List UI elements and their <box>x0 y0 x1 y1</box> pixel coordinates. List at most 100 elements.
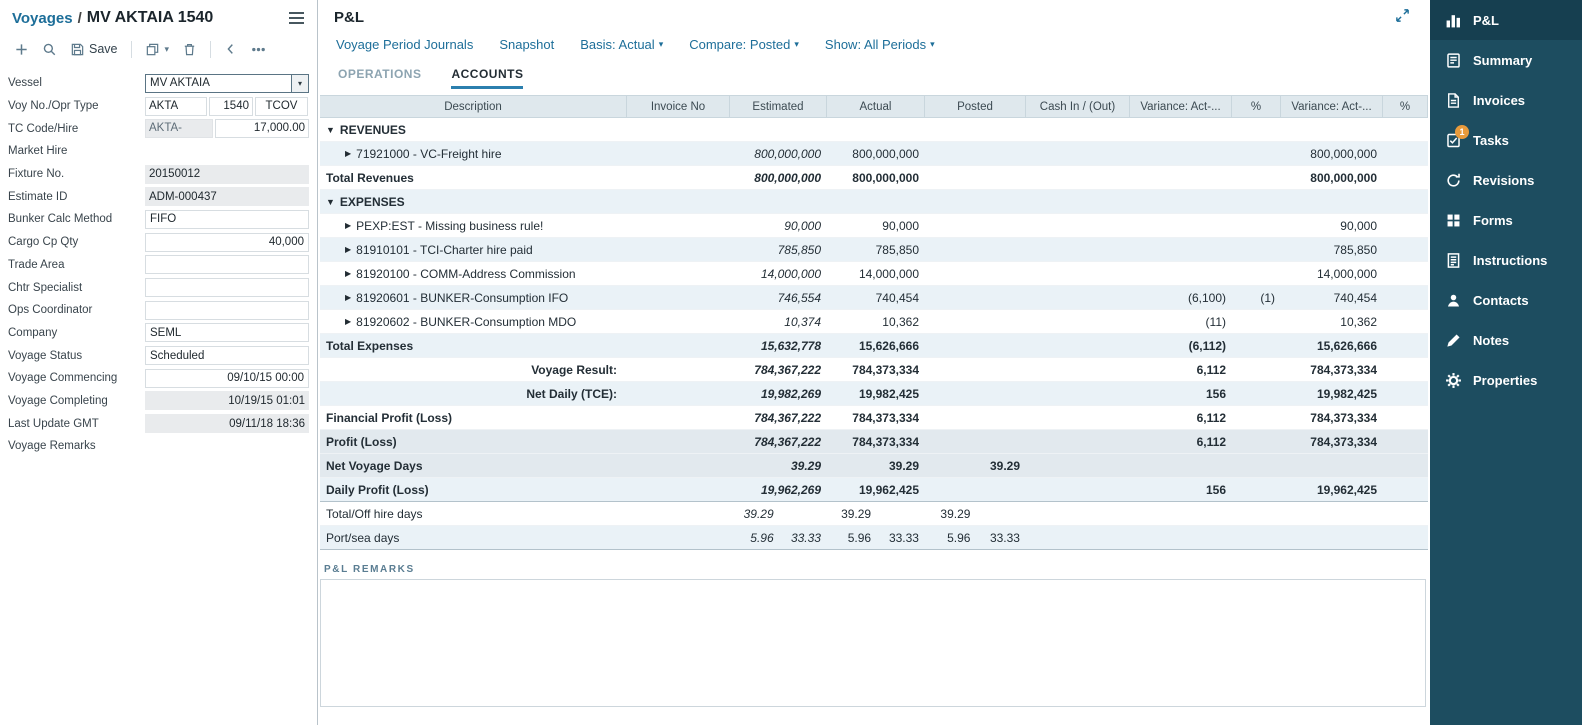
tab-operations[interactable]: OPERATIONS <box>338 67 421 89</box>
toolbar-divider <box>131 41 132 58</box>
input-field[interactable]: TCOV <box>255 97 308 116</box>
input-field[interactable]: AKTA-I0001 <box>145 119 213 138</box>
account-row[interactable]: ▶81920602 - BUNKER-Consumption MDO10,374… <box>320 310 1428 334</box>
account-row[interactable]: ▶PEXP:EST - Missing business rule!90,000… <box>320 214 1428 238</box>
sidebar-item-contacts[interactable]: Contacts <box>1430 280 1582 320</box>
voyage-status-field[interactable]: Scheduled <box>145 346 309 365</box>
pl-toolbar: Voyage Period Journals Snapshot Basis: A… <box>318 27 1430 52</box>
total-row[interactable]: Total Revenues800,000,000800,000,000800,… <box>320 166 1428 190</box>
days-row[interactable]: Port/sea days5.9633.335.9633.335.9633.33 <box>320 526 1428 550</box>
menu-icon[interactable] <box>286 6 307 30</box>
voyage-commencing-field[interactable]: 09/10/15 00:00 <box>145 369 309 388</box>
column-header-description[interactable]: Description <box>320 96 627 117</box>
row-label: 81920601 - BUNKER-Consumption IFO <box>356 291 568 305</box>
search-icon[interactable] <box>42 42 57 57</box>
cell-variance-2: 784,373,334 <box>1281 435 1383 449</box>
column-header-actual[interactable]: Actual <box>827 96 925 117</box>
row-label: REVENUES <box>340 123 406 137</box>
back-button[interactable] <box>224 42 238 56</box>
sidebar-item-instructions[interactable]: Instructions <box>1430 240 1582 280</box>
input-field[interactable]: 17,000.00 <box>215 119 309 138</box>
breadcrumb-voyages-link[interactable]: Voyages <box>12 10 73 27</box>
expand-icon[interactable]: ▶ <box>345 221 351 230</box>
voyage-period-journals-link[interactable]: Voyage Period Journals <box>336 37 473 52</box>
basis-dropdown[interactable]: Basis: Actual▾ <box>580 37 663 52</box>
column-header-cash-in-out[interactable]: Cash In / (Out) <box>1026 96 1130 117</box>
input-field[interactable]: 1540 <box>209 97 253 116</box>
vessel-combobox[interactable]: MV AKTAIA▾ <box>145 74 309 93</box>
collapse-panel-icon[interactable] <box>1395 8 1410 28</box>
cell-actual: 10,362 <box>827 315 925 329</box>
sidebar-item-properties[interactable]: Properties <box>1430 360 1582 400</box>
collapse-icon[interactable]: ▼ <box>326 125 335 135</box>
chevron-down-icon[interactable]: ▾ <box>291 75 308 92</box>
cell-description: Net Voyage Days <box>320 459 627 473</box>
sidebar-item-revisions[interactable]: Revisions <box>1430 160 1582 200</box>
expand-icon[interactable]: ▶ <box>345 293 351 302</box>
section-row[interactable]: ▼EXPENSES <box>320 190 1428 214</box>
company-field[interactable]: SEML <box>145 323 309 342</box>
ops-coordinator-field[interactable] <box>145 301 309 320</box>
account-row[interactable]: ▶71921000 - VC-Freight hire800,000,00080… <box>320 142 1428 166</box>
cell-estimated: 5.9633.33 <box>730 531 827 545</box>
column-header-col[interactable]: % <box>1383 96 1428 117</box>
pl-remarks-input[interactable] <box>320 579 1426 707</box>
column-header-variance-act[interactable]: Variance: Act-... <box>1281 96 1383 117</box>
tasks-icon: 1 <box>1444 131 1462 149</box>
sidebar-item-p-l[interactable]: P&L <box>1430 0 1582 40</box>
bunker-calc-method-field[interactable]: FIFO <box>145 210 309 229</box>
tc-code-hire-fields: AKTA-I000117,000.00 <box>145 119 309 138</box>
column-header-variance-act[interactable]: Variance: Act-... <box>1130 96 1232 117</box>
save-button[interactable]: Save <box>70 42 118 57</box>
column-header-posted[interactable]: Posted <box>925 96 1026 117</box>
input-field[interactable]: AKTA <box>145 97 207 116</box>
snapshot-link[interactable]: Snapshot <box>499 37 554 52</box>
column-header-col[interactable]: % <box>1232 96 1281 117</box>
result-row[interactable]: Net Daily (TCE):19,982,26919,982,4251561… <box>320 382 1428 406</box>
trade-area-field[interactable] <box>145 255 309 274</box>
add-button[interactable] <box>14 42 29 57</box>
more-options-icon[interactable] <box>251 42 266 57</box>
chtr-specialist-field[interactable] <box>145 278 309 297</box>
sidebar-item-tasks[interactable]: 1Tasks <box>1430 120 1582 160</box>
field-label: Bunker Calc Method <box>8 213 145 225</box>
form-row-voyage-status: Voyage StatusScheduled <box>0 344 317 367</box>
column-header-estimated[interactable]: Estimated <box>730 96 827 117</box>
delete-button[interactable] <box>182 42 197 57</box>
sidebar-item-summary[interactable]: Summary <box>1430 40 1582 80</box>
sub-value: 5.96 <box>827 531 871 545</box>
section-row[interactable]: ▼ REVENUES <box>320 118 1428 142</box>
days-row[interactable]: Total/Off hire days39.2939.2939.29 <box>320 502 1428 526</box>
cargo-cp-qty-field[interactable]: 40,000 <box>145 233 309 252</box>
sidebar-item-invoices[interactable]: Invoices <box>1430 80 1582 120</box>
result-row[interactable]: Voyage Result:784,367,222784,373,3346,11… <box>320 358 1428 382</box>
total-row[interactable]: Daily Profit (Loss)19,962,26919,962,4251… <box>320 478 1428 502</box>
sidebar-item-forms[interactable]: Forms <box>1430 200 1582 240</box>
account-row[interactable]: ▶81910101 - TCI-Charter hire paid785,850… <box>320 238 1428 262</box>
total-row[interactable]: Net Voyage Days39.2939.2939.29 <box>320 454 1428 478</box>
sidebar-item-notes[interactable]: Notes <box>1430 320 1582 360</box>
expand-icon[interactable]: ▶ <box>345 149 351 158</box>
cell-actual: 19,982,425 <box>827 387 925 401</box>
cell-actual: 784,373,334 <box>827 435 925 449</box>
row-label: 81920602 - BUNKER-Consumption MDO <box>356 315 576 329</box>
cell-actual: 15,626,666 <box>827 339 925 353</box>
total-row[interactable]: Total Expenses15,632,77815,626,666(6,112… <box>320 334 1428 358</box>
tab-accounts[interactable]: ACCOUNTS <box>451 67 523 89</box>
pl-title: P&L <box>334 9 364 26</box>
account-row[interactable]: ▶81920100 - COMM-Address Commission14,00… <box>320 262 1428 286</box>
sub-value: 39.29 <box>827 507 871 521</box>
total-row[interactable]: Profit (Loss)784,367,222784,373,3346,112… <box>320 430 1428 454</box>
compare-dropdown[interactable]: Compare: Posted▾ <box>689 37 799 52</box>
collapse-icon[interactable]: ▼ <box>326 197 335 207</box>
show-periods-dropdown[interactable]: Show: All Periods▾ <box>825 37 935 52</box>
expand-icon[interactable]: ▶ <box>345 245 351 254</box>
total-row[interactable]: Financial Profit (Loss)784,367,222784,37… <box>320 406 1428 430</box>
copy-button[interactable]: ▾ <box>145 42 170 57</box>
expand-icon[interactable]: ▶ <box>345 317 351 326</box>
form-row-last-update-gmt: Last Update GMT09/11/18 18:36 <box>0 412 317 435</box>
account-row[interactable]: ▶81920601 - BUNKER-Consumption IFO746,55… <box>320 286 1428 310</box>
column-header-invoice-no[interactable]: Invoice No <box>627 96 730 117</box>
expand-icon[interactable]: ▶ <box>345 269 351 278</box>
field-label: Company <box>8 327 145 339</box>
